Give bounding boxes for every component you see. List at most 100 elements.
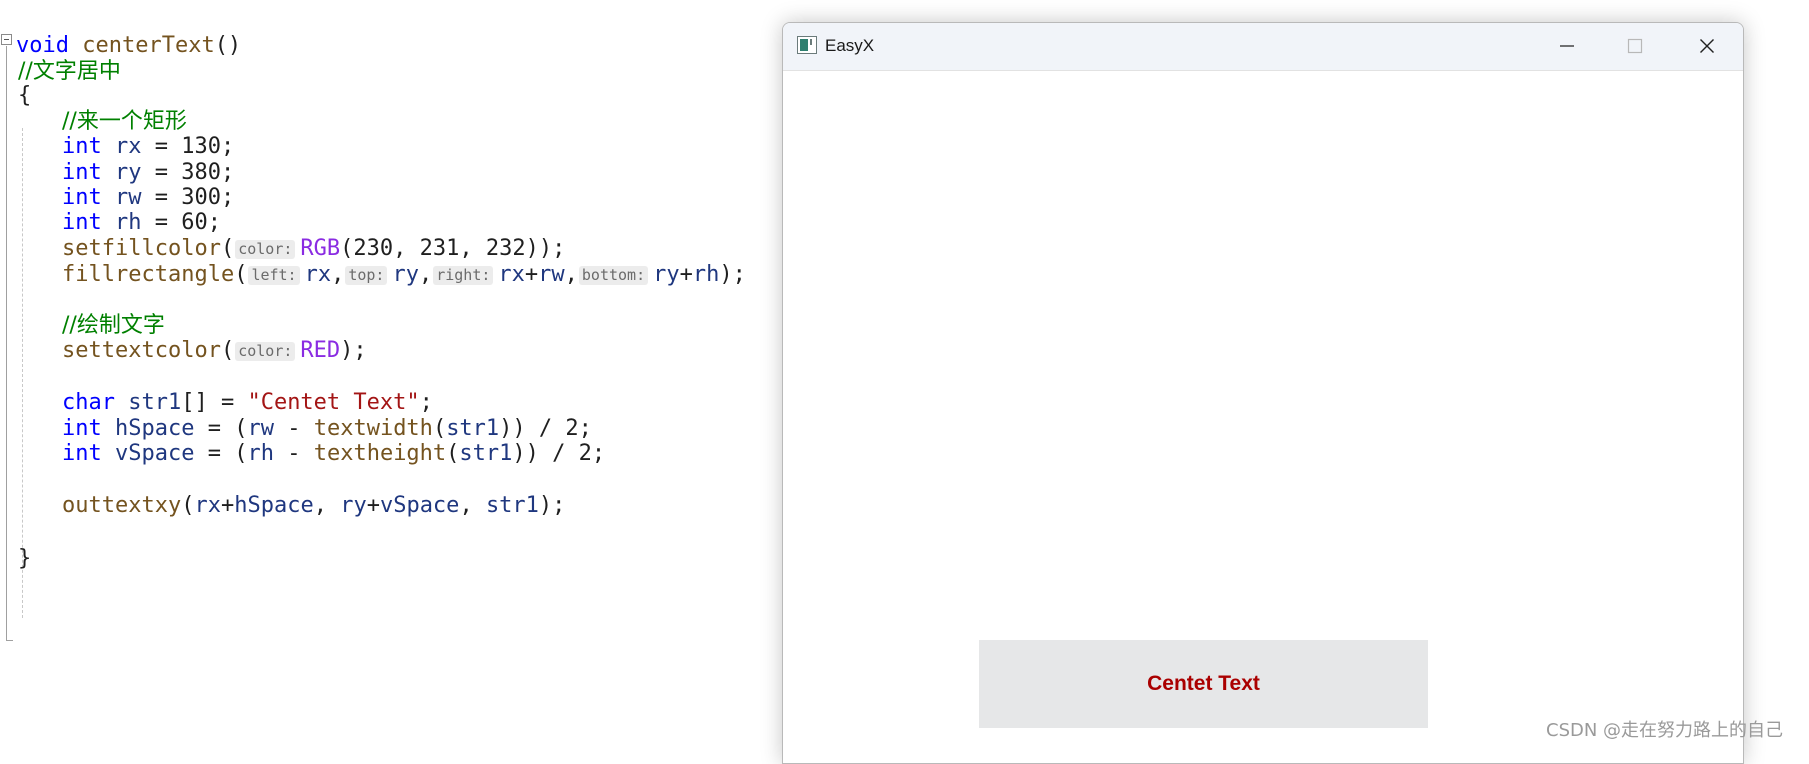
code-token: int [62, 134, 102, 159]
code-token: rx [498, 262, 525, 287]
code-token: ); [340, 338, 367, 363]
parameter-hint: bottom: [578, 266, 649, 285]
code-token: rw [115, 185, 142, 210]
fold-line [6, 46, 7, 640]
code-token: rh [247, 441, 274, 466]
code-token: rh [115, 210, 142, 235]
code-token: )) / 2; [499, 416, 592, 441]
code-token: = 60; [141, 210, 221, 235]
code-token: //文字居中 [18, 59, 121, 84]
code-token: () [214, 33, 242, 58]
code-token: str1 [485, 493, 539, 518]
code-token: int [62, 441, 102, 466]
code-line: //文字居中 [18, 58, 121, 86]
code-token: char [62, 390, 115, 415]
code-line: fillrectangle(left: rx, top: ry, right: rx+rw… [62, 261, 746, 289]
code-token: str1 [446, 416, 500, 441]
code-token: ry [392, 262, 419, 287]
code-token: ( [220, 236, 235, 261]
code-token: + [679, 262, 693, 287]
code-token: int [62, 160, 102, 185]
code-token: fillrectangle [62, 262, 235, 287]
code-line: outtextxy(rx+hSpace, ry+vSpace, str1); [62, 492, 565, 520]
code-token: , [418, 262, 433, 287]
parameter-hint: color: [235, 240, 296, 259]
code-token: = 130; [141, 134, 235, 159]
code-token: = ( [194, 441, 248, 466]
maximize-button[interactable] [1605, 23, 1665, 70]
minimize-icon [1560, 45, 1574, 47]
code-token: )) / 2; [512, 441, 606, 466]
code-token: hSpace [115, 416, 195, 441]
code-token: textheight [313, 441, 447, 466]
code-token: int [62, 210, 102, 235]
code-token: ); [719, 262, 746, 287]
code-editor[interactable]: void centerText()//文字居中{//来一个矩形 int rx = … [0, 22, 780, 641]
code-token: - [273, 441, 314, 466]
code-line: int rw = 300; [62, 184, 234, 212]
code-token: = 300; [141, 185, 235, 210]
code-token: str1 [128, 390, 182, 415]
code-token: = 380; [141, 160, 235, 185]
code-line: //绘制文字 [62, 312, 165, 340]
window-title-bar[interactable]: EasyX [783, 23, 1743, 71]
collapse-icon[interactable] [1, 34, 12, 45]
code-line: { [18, 82, 31, 110]
code-line: int rx = 130; [62, 133, 234, 161]
code-token: outtextxy [62, 493, 182, 518]
code-token: rx [115, 134, 142, 159]
code-token: "Centet Text" [247, 390, 420, 415]
code-line: setfillcolor(color: RGB(230, 231, 232)); [62, 235, 565, 263]
code-token: //绘制文字 [62, 313, 165, 338]
code-token: = ( [194, 416, 248, 441]
code-token: ); [538, 493, 566, 518]
code-token: rw [538, 262, 565, 287]
code-token: void [16, 33, 69, 58]
code-token: ; [419, 390, 433, 415]
close-button[interactable] [1677, 23, 1737, 70]
fold-end [6, 640, 13, 641]
code-token: , [331, 262, 345, 287]
code-token: hSpace [234, 493, 314, 518]
code-token: + [524, 262, 539, 287]
code-token: textwidth [313, 416, 433, 441]
minimize-button[interactable] [1537, 23, 1597, 70]
code-token: (230, 231, 232)); [340, 236, 566, 261]
code-line: void centerText() [16, 32, 241, 60]
code-token: ( [432, 416, 447, 441]
parameter-hint: right: [433, 266, 494, 285]
easyx-window: EasyX Centet Text [782, 22, 1744, 764]
code-token: //来一个矩形 [62, 109, 187, 134]
code-token: ( [220, 338, 235, 363]
centered-text: Centet Text [1147, 672, 1260, 695]
parameter-hint: left: [248, 266, 300, 285]
code-token: , [459, 493, 486, 518]
code-line: //来一个矩形 [62, 108, 187, 136]
easyx-app-icon [797, 36, 817, 54]
maximize-icon [1627, 38, 1643, 54]
code-token: ry [115, 160, 142, 185]
close-icon [1700, 39, 1714, 53]
code-line: int hSpace = (rw - textwidth(str1)) / 2; [62, 415, 592, 443]
code-token: ( [181, 493, 195, 518]
code-token: rx [304, 262, 332, 287]
code-token: int [62, 416, 102, 441]
code-token: rh [692, 262, 720, 287]
code-line: int vSpace = (rh - textheight(str1)) / 2… [62, 440, 605, 468]
window-title: EasyX [825, 36, 875, 55]
code-token: [] = [181, 390, 248, 415]
code-token: settextcolor [62, 338, 221, 363]
parameter-hint: top: [345, 266, 388, 285]
code-token: , [313, 493, 341, 518]
code-token: ry [653, 262, 680, 287]
code-token: } [18, 546, 32, 571]
code-token: vSpace [115, 441, 195, 466]
code-token: + [220, 493, 235, 518]
code-token: ( [234, 262, 248, 287]
